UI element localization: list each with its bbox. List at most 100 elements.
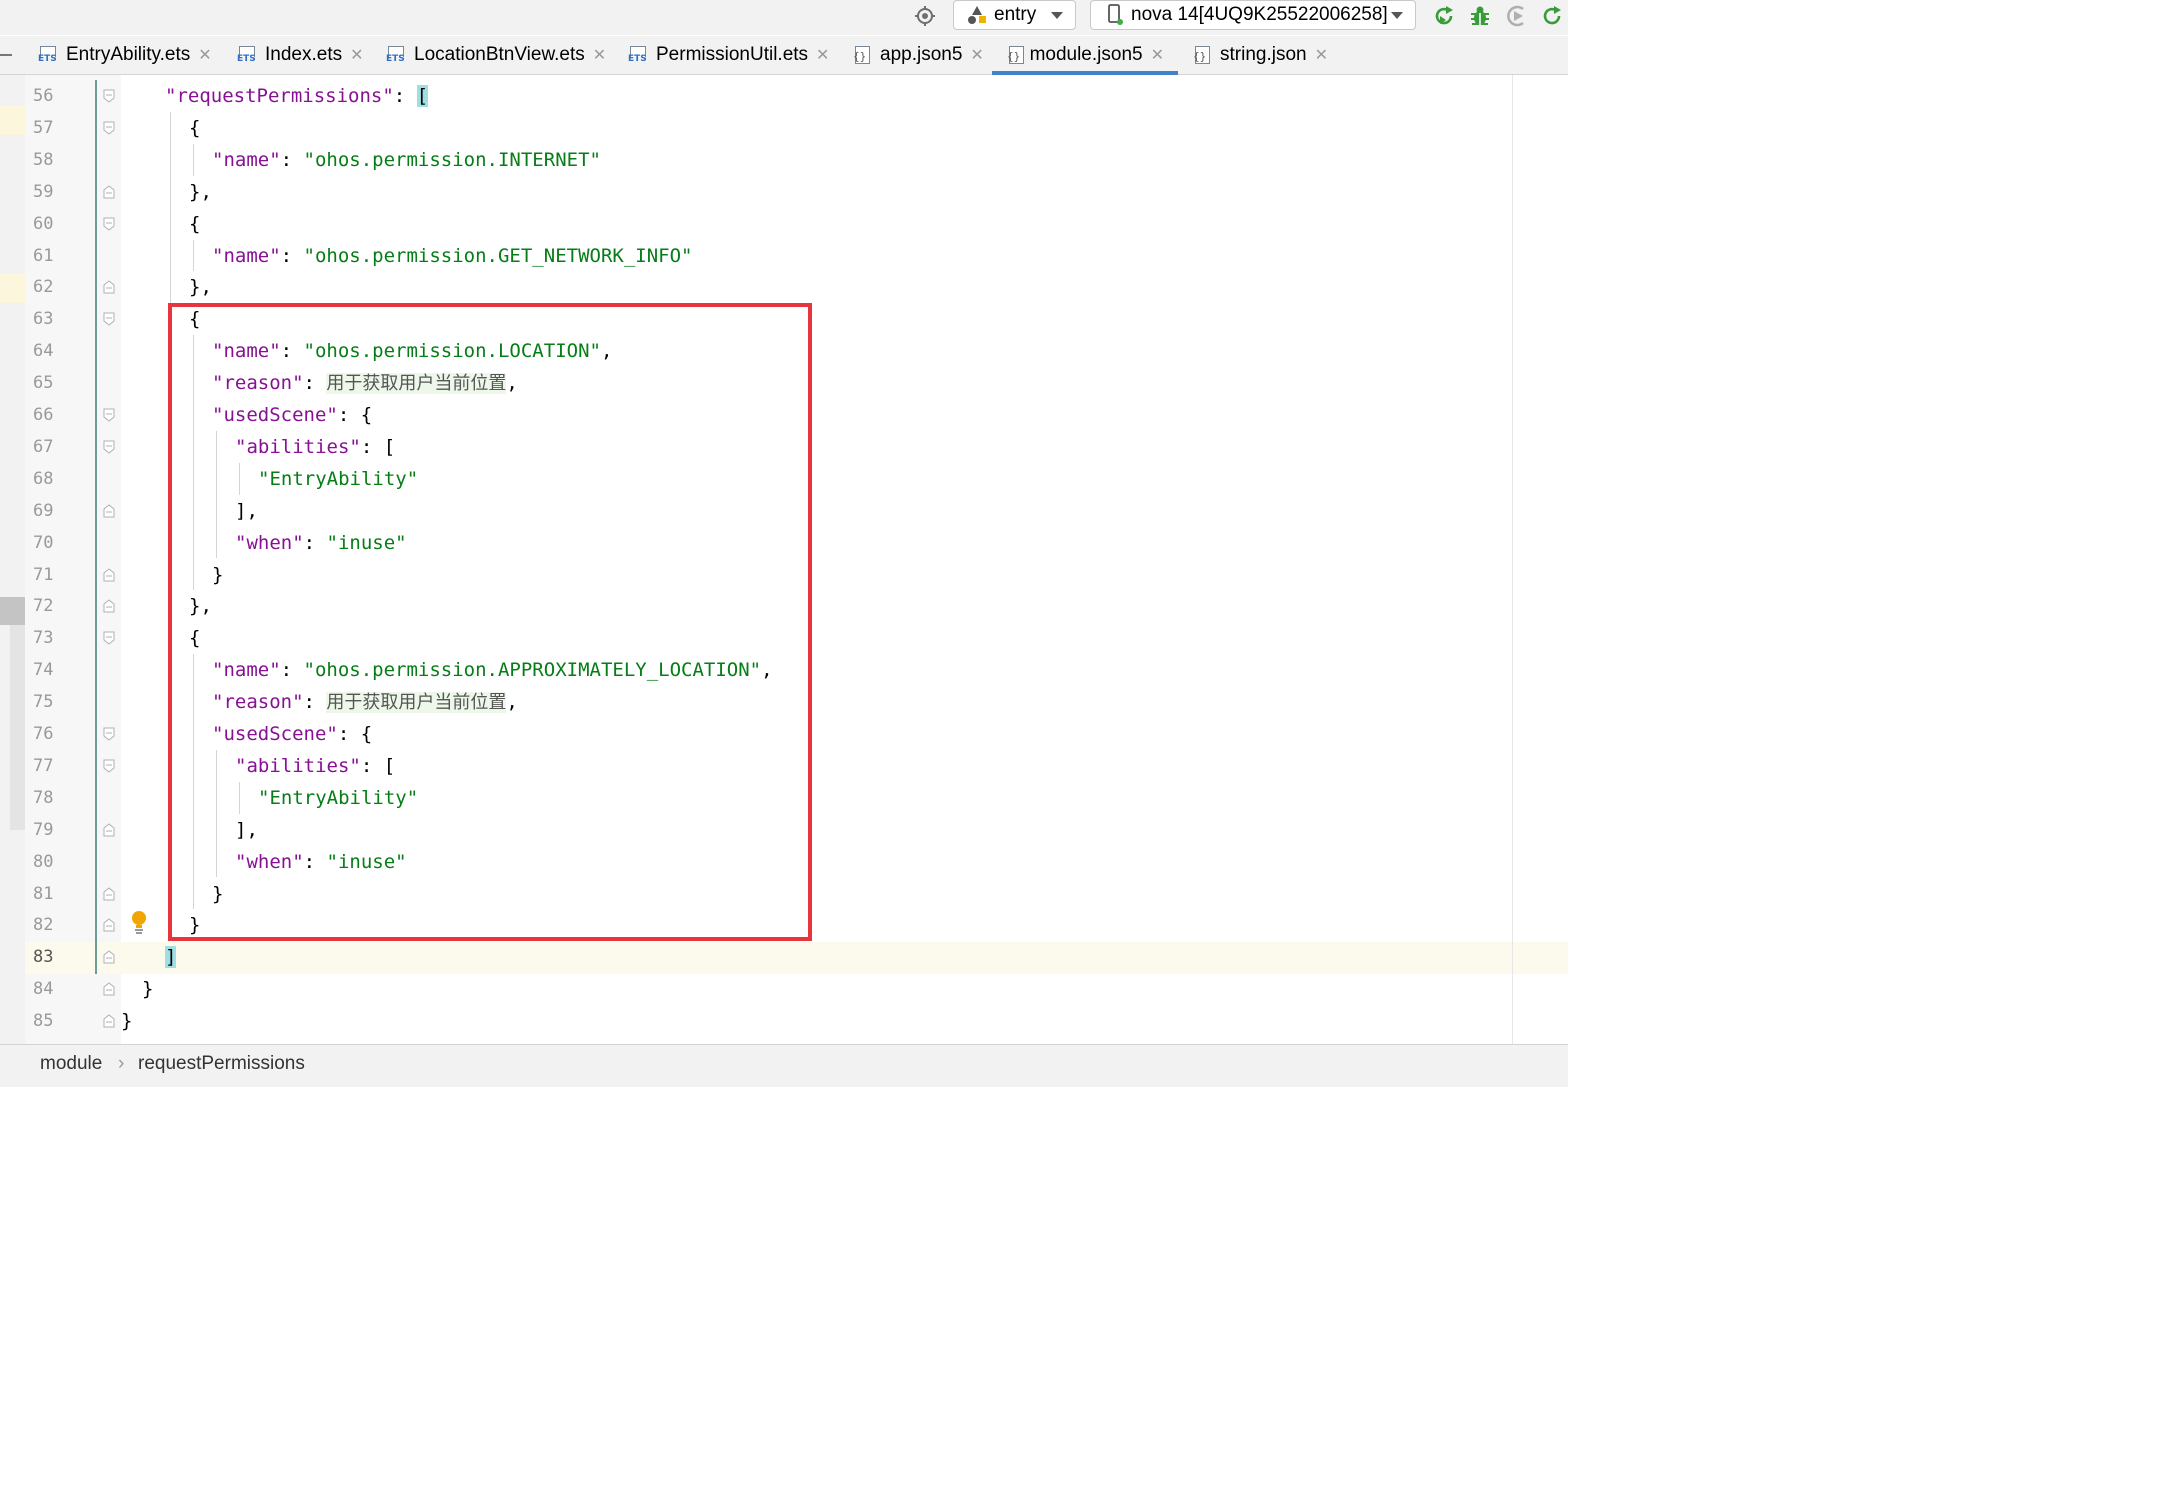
close-icon[interactable]: ✕ <box>593 45 606 65</box>
breadcrumb-item-requestpermissions[interactable]: requestPermissions <box>138 1053 305 1075</box>
close-icon[interactable]: ✕ <box>970 45 983 65</box>
breadcrumb-item-module[interactable]: module <box>40 1053 102 1075</box>
close-icon[interactable]: ✕ <box>198 45 211 65</box>
code-line[interactable]: "name": "ohos.permission.GET_NETWORK_INF… <box>121 240 692 272</box>
tab-label: module.json5 <box>1029 44 1143 65</box>
fold-close-icon[interactable] <box>103 918 115 932</box>
code-line[interactable]: { <box>121 622 200 654</box>
fold-open-icon[interactable] <box>103 631 115 645</box>
tab-permissionutil-ets[interactable]: ETS PermissionUtil.ets ✕ <box>628 36 829 74</box>
fold-close-icon[interactable] <box>103 185 115 199</box>
punctuation: : { <box>337 404 373 426</box>
fold-close-icon[interactable] <box>103 823 115 837</box>
rerun-icon[interactable] <box>1432 4 1456 28</box>
fold-open-icon[interactable] <box>103 121 115 135</box>
matched-bracket: [ <box>416 85 429 107</box>
close-icon[interactable]: ✕ <box>1315 45 1328 65</box>
tab-locationbtnview-ets[interactable]: ETS LocationBtnView.ets ✕ <box>386 36 606 74</box>
close-icon[interactable]: ✕ <box>1151 45 1164 65</box>
code-line[interactable]: ], <box>121 495 258 527</box>
line-number: 75 <box>33 692 54 713</box>
fold-open-icon[interactable] <box>103 759 115 773</box>
code-line[interactable]: { <box>121 208 200 240</box>
tab-entryability-ets[interactable]: ETS EntryAbility.ets ✕ <box>38 36 212 74</box>
code-line[interactable]: "name": "ohos.permission.APPROXIMATELY_L… <box>121 654 773 686</box>
punctuation: { <box>189 212 201 235</box>
code-line[interactable]: "when": "inuse" <box>121 846 407 878</box>
code-line[interactable]: "reason": 用于获取用户当前位置, <box>121 686 518 718</box>
fold-close-icon[interactable] <box>103 886 115 901</box>
code-line[interactable]: { <box>121 303 200 335</box>
punctuation: , <box>761 659 773 682</box>
tab-string-json[interactable]: {} string.json ✕ <box>1192 36 1328 74</box>
json-key: "name" <box>212 244 281 267</box>
scroll-thumb[interactable] <box>0 597 25 625</box>
punctuation: }, <box>189 595 212 618</box>
code-line[interactable]: "when": "inuse" <box>121 527 407 559</box>
line-number: 61 <box>33 245 54 266</box>
code-line[interactable]: "reason": 用于获取用户当前位置, <box>121 367 518 399</box>
editor-tab-bar: ETS EntryAbility.ets ✕ ETS Index.ets ✕ E… <box>0 36 1568 75</box>
punctuation: { <box>189 116 201 139</box>
code-line[interactable]: }, <box>121 271 212 303</box>
code-line[interactable]: "abilities": [ <box>121 431 395 463</box>
editor-scrollbar-track[interactable] <box>10 625 25 830</box>
code-line[interactable]: "EntryAbility" <box>121 782 418 814</box>
code-line[interactable]: }, <box>121 176 212 208</box>
target-icon[interactable] <box>914 5 936 27</box>
tab-index-ets[interactable]: ETS Index.ets ✕ <box>237 36 364 74</box>
tab-module-json5[interactable]: {} module.json5 ✕ <box>992 36 1178 75</box>
debug-icon[interactable] <box>1468 4 1492 28</box>
code-line[interactable]: } <box>121 559 223 591</box>
run-config-select[interactable]: entry <box>953 0 1076 30</box>
fold-close-icon[interactable] <box>103 982 115 996</box>
code-line[interactable]: "EntryAbility" <box>121 463 418 495</box>
json-string: "EntryAbility" <box>258 467 419 490</box>
code-line[interactable]: "abilities": [ <box>121 750 395 782</box>
code-line[interactable]: "usedScene": { <box>121 399 372 431</box>
punctuation: : <box>393 85 417 107</box>
code-line[interactable]: } <box>121 973 153 1005</box>
fold-open-icon[interactable] <box>103 408 115 422</box>
entry-config-icon <box>966 4 988 26</box>
line-number: 80 <box>33 851 54 872</box>
code-line[interactable]: } <box>121 878 223 910</box>
code-line[interactable]: } <box>121 1005 132 1037</box>
punctuation: : <box>303 531 327 554</box>
fold-open-icon[interactable] <box>103 727 115 741</box>
refresh-icon[interactable] <box>1540 4 1564 28</box>
line-number: 78 <box>33 787 54 808</box>
code-line[interactable]: "usedScene": { <box>121 718 372 750</box>
fold-open-icon[interactable] <box>103 89 115 103</box>
code-line[interactable]: } <box>121 909 200 941</box>
fold-close-icon[interactable] <box>103 504 115 518</box>
code-line[interactable]: "name": "ohos.permission.LOCATION", <box>121 335 612 367</box>
json-string: "ohos.permission.GET_NETWORK_INFO" <box>303 244 693 267</box>
code-line[interactable]: }, <box>121 590 212 622</box>
line-number: 58 <box>33 149 54 170</box>
code-line[interactable]: ], <box>121 814 258 846</box>
fold-open-icon[interactable] <box>103 440 115 454</box>
close-icon[interactable]: ✕ <box>350 45 363 65</box>
code-line[interactable]: { <box>121 112 200 144</box>
punctuation: { <box>189 627 201 650</box>
line-number: 65 <box>33 373 54 394</box>
close-icon[interactable]: ✕ <box>816 45 829 65</box>
fold-close-icon[interactable] <box>103 1014 115 1028</box>
fold-close-icon[interactable] <box>103 599 115 613</box>
code-line[interactable]: ] <box>121 941 177 973</box>
fold-open-icon[interactable] <box>103 217 115 231</box>
profiler-icon[interactable] <box>1505 4 1529 28</box>
json-key: "name" <box>212 340 281 363</box>
fold-close-icon[interactable] <box>103 567 115 582</box>
fold-close-icon[interactable] <box>103 950 115 964</box>
code-line[interactable]: "name": "ohos.permission.INTERNET" <box>121 144 601 176</box>
right-margin-guide <box>1512 75 1513 1044</box>
line-number: 84 <box>33 979 54 1000</box>
device-select[interactable]: nova 14[4UQ9K25522006258] <box>1090 0 1416 30</box>
line-number: 74 <box>33 660 54 681</box>
fold-open-icon[interactable] <box>103 312 115 326</box>
tab-app-json5[interactable]: {} app.json5 ✕ <box>852 36 984 74</box>
fold-close-icon[interactable] <box>103 280 115 294</box>
code-line[interactable]: "requestPermissions": [ <box>121 80 429 112</box>
